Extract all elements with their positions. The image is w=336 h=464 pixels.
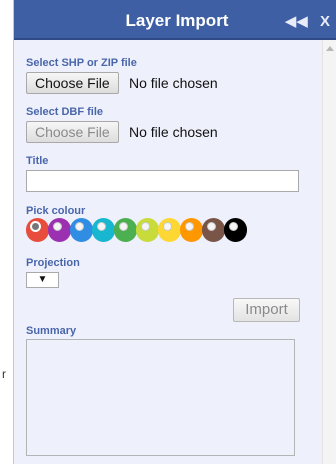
dbf-label: Select DBF file xyxy=(26,106,104,118)
colour-swatch[interactable] xyxy=(48,218,71,242)
radio-icon xyxy=(185,222,194,231)
close-icon[interactable]: X xyxy=(320,13,330,30)
colour-label: Pick colour xyxy=(26,205,86,217)
import-button[interactable]: Import xyxy=(233,298,300,322)
radio-icon xyxy=(119,222,128,231)
shp-label: Select SHP or ZIP file xyxy=(26,57,137,69)
summary-label: Summary xyxy=(26,325,77,337)
edge-mark: r xyxy=(2,367,6,381)
radio-icon xyxy=(141,222,150,231)
layer-import-panel: Layer Import ◀◀ X Select SHP or ZIP file… xyxy=(14,0,336,464)
shp-choose-file-button[interactable]: Choose File xyxy=(26,72,119,94)
radio-icon xyxy=(229,222,238,231)
summary-textarea[interactable] xyxy=(26,339,295,456)
title-bar: Layer Import ◀◀ X xyxy=(14,0,336,40)
radio-icon xyxy=(163,222,172,231)
selected-radio-icon xyxy=(30,221,41,232)
projection-select[interactable]: ▼ xyxy=(26,272,59,288)
colour-swatch[interactable] xyxy=(136,218,159,242)
title-input[interactable] xyxy=(26,170,299,192)
colour-swatch[interactable] xyxy=(70,218,93,242)
title-label: Title xyxy=(26,155,49,167)
radio-icon xyxy=(53,222,62,231)
dbf-file-status: No file chosen xyxy=(129,124,218,140)
vertical-scrollbar[interactable] xyxy=(322,40,336,464)
radio-icon xyxy=(75,222,84,231)
colour-swatch[interactable] xyxy=(92,218,115,242)
colour-swatch[interactable] xyxy=(114,218,137,242)
collapse-icon[interactable]: ◀◀ xyxy=(285,12,308,30)
dbf-choose-file-button[interactable]: Choose File xyxy=(26,121,119,143)
radio-icon xyxy=(97,222,106,231)
colour-swatch[interactable] xyxy=(158,218,181,242)
colour-swatch[interactable] xyxy=(180,218,203,242)
scroll-up-icon[interactable] xyxy=(326,46,334,51)
projection-label: Projection xyxy=(26,257,80,269)
shp-file-status: No file chosen xyxy=(129,75,218,91)
radio-icon xyxy=(207,222,216,231)
colour-swatches xyxy=(26,218,247,242)
colour-swatch[interactable] xyxy=(224,218,247,242)
colour-swatch[interactable] xyxy=(26,218,49,242)
colour-swatch[interactable] xyxy=(202,218,225,242)
